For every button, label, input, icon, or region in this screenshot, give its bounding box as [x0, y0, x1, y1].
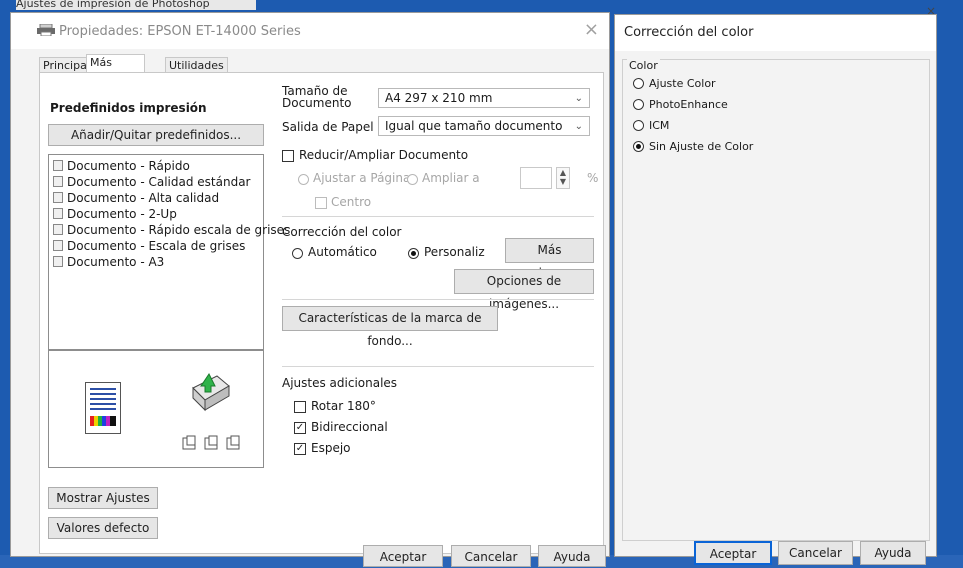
cancel-button[interactable]: Cancelar [451, 545, 531, 567]
help-button[interactable]: Ayuda [538, 545, 606, 567]
photoenhance-radio[interactable] [633, 99, 644, 110]
list-item[interactable]: Documento - Rápido [53, 159, 190, 173]
color-correction-title: Corrección del color [615, 15, 936, 51]
document-icon [53, 176, 63, 187]
mirror-label: Espejo [311, 441, 351, 455]
presets-list[interactable]: Documento - Rápido Documento - Calidad e… [48, 154, 290, 350]
printer-properties-titlebar: Propiedades: EPSON ET-14000 Series × [11, 13, 609, 49]
document-size-label: Tamaño de Documento [282, 84, 352, 110]
image-options-button[interactable]: Opciones de imágenes... [454, 269, 594, 311]
show-settings-button[interactable]: Mostrar Ajustes [48, 487, 158, 509]
reduce-enlarge-checkbox[interactable] [282, 150, 294, 162]
list-item[interactable]: Documento - Alta calidad [53, 191, 219, 205]
page-orientation-icons [182, 435, 240, 450]
document-icon [53, 192, 63, 203]
percent-unit-label: % [587, 171, 599, 185]
background-window-title: Ajustes de impresión de Photoshop [16, 0, 256, 10]
presets-heading: Predefinidos impresión [50, 101, 207, 115]
close-icon[interactable]: × [584, 19, 599, 40]
color-help-button[interactable]: Ayuda [860, 541, 926, 565]
color-accept-button[interactable]: Aceptar [694, 541, 772, 565]
automatic-label: Automático [308, 245, 377, 259]
color-option-ajuste-color[interactable]: Ajuste Color [633, 77, 716, 90]
document-size-select[interactable]: A4 297 x 210 mm ⌄ [378, 88, 590, 108]
no-color-adjustment-radio[interactable] [633, 141, 644, 152]
custom-radio[interactable] [408, 248, 419, 259]
defaults-button[interactable]: Valores defecto [48, 517, 158, 539]
rotate-180-label: Rotar 180° [311, 399, 376, 413]
enlarge-to-label: Ampliar a [422, 171, 480, 185]
color-correction-window: Corrección del color Color Ajuste Color … [614, 14, 937, 565]
custom-label: Personaliz [424, 245, 485, 259]
watermark-features-button[interactable]: Características de la marca de fondo... [282, 306, 498, 348]
page-preview-icon [85, 382, 121, 434]
accept-button[interactable]: Aceptar [363, 545, 443, 567]
paper-output-label: Salida de Papel [282, 120, 374, 134]
two-up-document-icon [53, 208, 63, 219]
paper-output-select[interactable]: Igual que tamaño documento ⌄ [378, 116, 590, 136]
color-option-icm[interactable]: ICM [633, 119, 669, 132]
grayscale-document-icon [53, 224, 63, 235]
separator [282, 216, 594, 217]
color-option-photoenhance[interactable]: PhotoEnhance [633, 98, 728, 111]
icm-radio[interactable] [633, 120, 644, 131]
reduce-enlarge-label: Reducir/Ampliar Documento [299, 148, 469, 162]
list-item[interactable]: Documento - Escala de grises [53, 239, 245, 253]
tab-panel-mas-opciones: Predefinidos impresión Añadir/Quitar pre… [39, 72, 604, 554]
grayscale-document-icon [53, 240, 63, 251]
additional-settings-label: Ajustes adicionales [282, 376, 398, 390]
list-item[interactable]: Documento - A3 [53, 255, 164, 269]
list-item[interactable]: Documento - Rápido escala de grises [53, 223, 290, 237]
fit-page-radio[interactable] [298, 174, 309, 185]
center-label: Centro [331, 195, 372, 209]
color-option-no-adjustment[interactable]: Sin Ajuste de Color [633, 140, 753, 153]
separator [282, 366, 594, 367]
mirror-checkbox[interactable]: ✓ [294, 443, 306, 455]
printer-feed-icon [192, 373, 230, 412]
color-group-label: Color [627, 59, 660, 72]
enlarge-to-radio[interactable] [407, 174, 418, 185]
document-icon [53, 160, 63, 171]
document-icon [53, 256, 63, 267]
list-item[interactable]: Documento - Calidad estándar [53, 175, 250, 189]
ajuste-color-radio[interactable] [633, 78, 644, 89]
print-preview-panel [48, 350, 264, 468]
tab-mas-opciones[interactable]: Más Opciones [86, 54, 145, 85]
color-correction-label: Corrección del color [282, 225, 402, 239]
automatic-radio[interactable] [292, 248, 303, 259]
bidirectional-label: Bidireccional [311, 420, 388, 434]
chevron-down-icon: ⌄ [574, 121, 583, 132]
more-options-button[interactable]: Más opciones... [505, 238, 594, 280]
enlarge-percent-input[interactable] [520, 167, 552, 189]
rotate-180-checkbox[interactable] [294, 401, 306, 413]
printer-icon [37, 24, 55, 36]
list-item[interactable]: Documento - 2-Up [53, 207, 177, 221]
printer-properties-window: Propiedades: EPSON ET-14000 Series × Pri… [10, 12, 610, 567]
window-title: Propiedades: EPSON ET-14000 Series [59, 24, 301, 39]
bidirectional-checkbox[interactable]: ✓ [294, 422, 306, 434]
fit-page-label: Ajustar a Página [313, 171, 411, 185]
separator [282, 299, 594, 300]
center-checkbox[interactable] [315, 197, 327, 209]
color-cancel-button[interactable]: Cancelar [778, 541, 853, 565]
add-remove-presets-button[interactable]: Añadir/Quitar predefinidos... [48, 124, 264, 146]
percent-spinner[interactable]: ▲ ▼ [556, 167, 570, 189]
chevron-down-icon: ⌄ [574, 93, 583, 104]
